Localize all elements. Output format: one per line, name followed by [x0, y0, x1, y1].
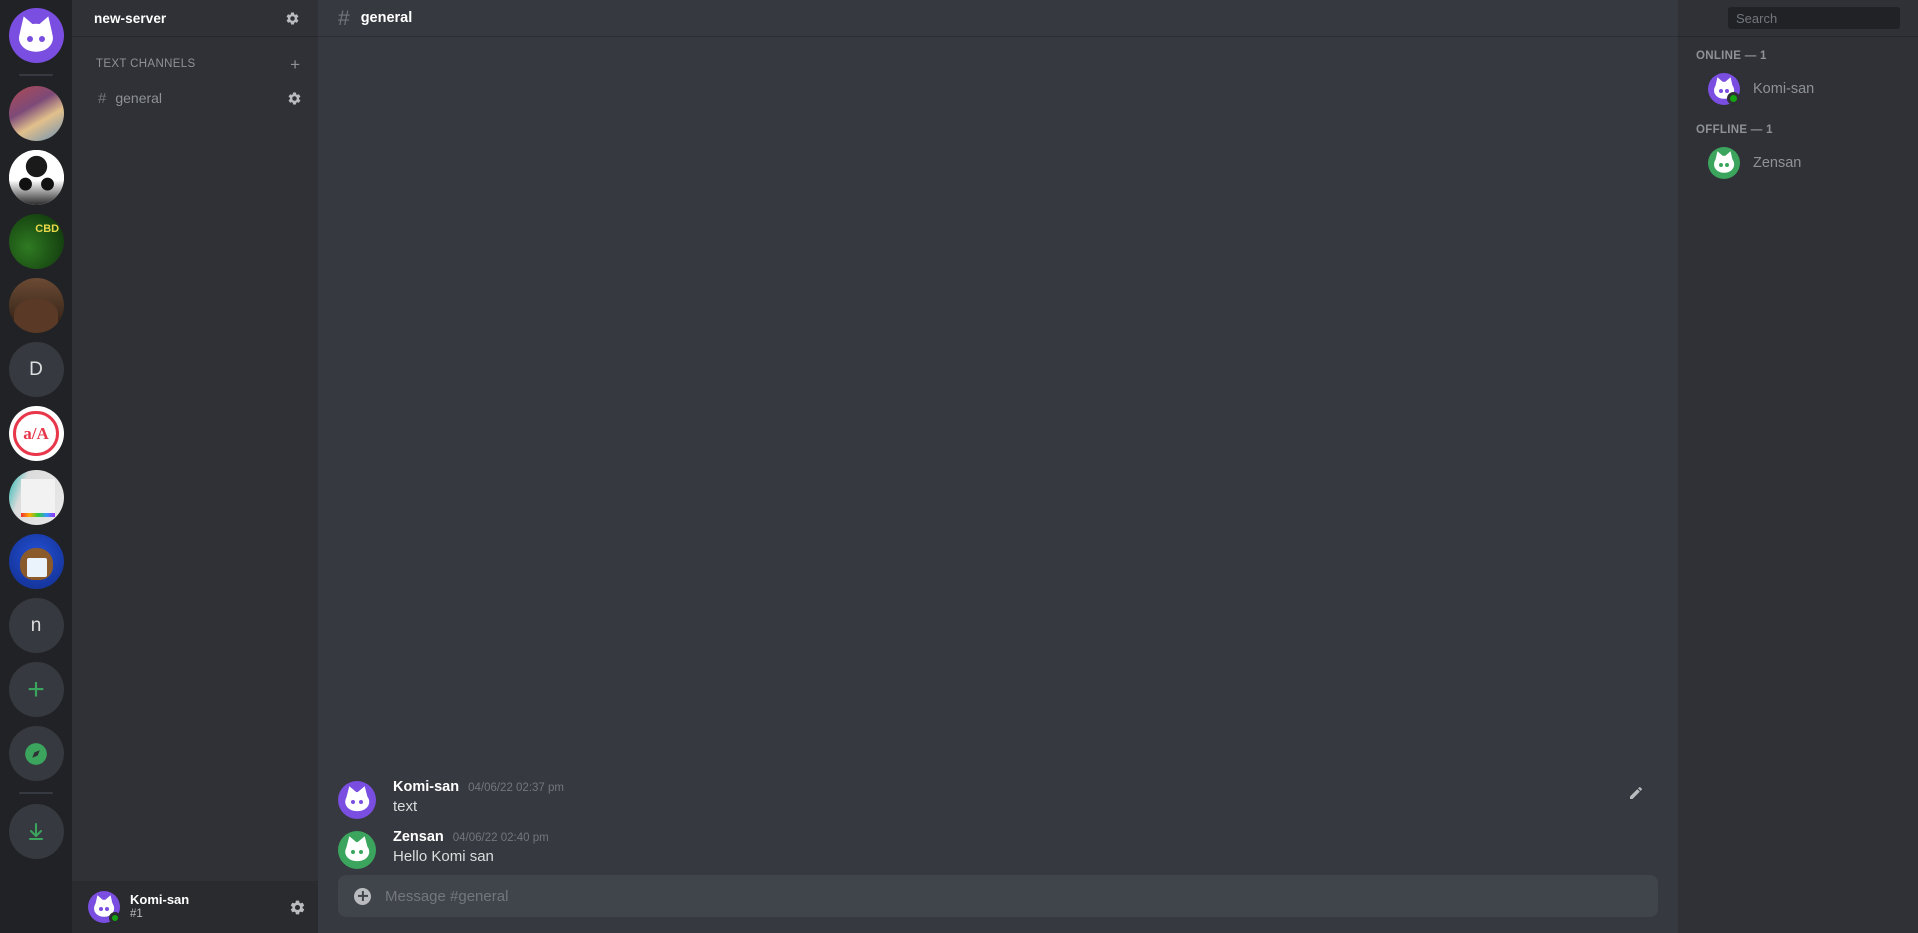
edit-message-pencil-icon[interactable] [1628, 785, 1644, 801]
member-list: ONLINE — 1 Komi-san OFFLINE — 1 Zensan [1678, 36, 1918, 184]
server-label-aa: a/A [23, 423, 49, 443]
category-label: TEXT CHANNELS [96, 58, 196, 70]
channel-settings-gear-icon[interactable] [287, 91, 302, 106]
add-server-button[interactable]: + [8, 662, 64, 717]
rail-divider-bottom [19, 792, 53, 794]
member-name: Komi-san [1753, 81, 1815, 97]
photo-art-icon [14, 298, 58, 333]
plus-icon: + [27, 672, 45, 706]
server-label-n: n [30, 614, 42, 636]
server-rail: CBD D a/A n + [0, 0, 72, 933]
server-label-d: D [29, 358, 43, 380]
cat-avatar-icon [338, 831, 376, 869]
member-panel-header [1678, 0, 1918, 36]
explore-servers-button[interactable] [8, 726, 64, 781]
server-icon-server-d[interactable]: D [8, 342, 64, 397]
server-icon-server-art-1[interactable] [8, 86, 64, 141]
document-art-icon [20, 478, 55, 513]
server-label-cbd: CBD [35, 222, 60, 235]
current-user-name: Komi-san [130, 891, 190, 907]
search-input[interactable] [1736, 10, 1892, 26]
server-header[interactable]: new-server [72, 0, 318, 36]
notepad-art-icon [27, 558, 47, 577]
composer-wrapper [318, 875, 1678, 933]
manga-art-icon [8, 150, 64, 205]
download-icon [29, 822, 43, 840]
message-list: Komi-san 04/06/22 02:37 pm text Zensan 0… [318, 36, 1678, 875]
server-icon-server-aa[interactable]: a/A [8, 406, 64, 461]
message-timestamp: 04/06/22 02:37 pm [468, 782, 564, 794]
current-user-panel[interactable]: Komi-san #1 [72, 881, 318, 933]
user-settings-gear-icon[interactable] [289, 899, 306, 916]
message-body: Komi-san 04/06/22 02:37 pm text [393, 779, 1658, 819]
message-item: Zensan 04/06/22 02:40 pm Hello Komi san [318, 821, 1678, 871]
server-icon-server-n[interactable]: n [8, 598, 64, 653]
current-user-tag: #1 [130, 907, 143, 920]
channel-list: TEXT CHANNELS + # general [72, 36, 318, 881]
message-body: Zensan 04/06/22 02:40 pm Hello Komi san [393, 829, 1658, 869]
member-row-zensan[interactable]: Zensan [1678, 142, 1918, 184]
message-timestamp: 04/06/22 02:40 pm [452, 832, 549, 844]
color-strip-decoration [20, 513, 55, 518]
server-icon-komi-server[interactable] [8, 8, 64, 63]
channel-name: general [115, 90, 163, 106]
message-text: Hello Komi san [393, 848, 494, 865]
compass-icon [25, 742, 47, 765]
message-input[interactable] [385, 887, 1642, 905]
hash-icon: # [338, 6, 350, 30]
server-settings-gear-icon[interactable] [285, 11, 300, 26]
current-user-meta: Komi-san #1 [130, 891, 279, 921]
member-group-title-offline: OFFLINE — 1 [1696, 124, 1773, 136]
member-avatar [1708, 147, 1740, 179]
hash-icon: # [98, 89, 107, 107]
server-icon-server-art-4[interactable] [8, 278, 64, 333]
server-icon-server-art-6[interactable] [8, 470, 64, 525]
member-list-panel: ONLINE — 1 Komi-san [1678, 0, 1918, 933]
rail-divider-top [19, 74, 53, 76]
server-icon-server-art-3[interactable]: CBD [8, 214, 64, 269]
message-author[interactable]: Komi-san [393, 779, 459, 795]
cat-avatar-icon [1708, 147, 1740, 179]
add-attachment-plus-circle-icon[interactable] [354, 887, 371, 905]
member-row-komi-san[interactable]: Komi-san [1678, 68, 1918, 110]
server-icon-server-art-2[interactable] [8, 150, 64, 205]
message-avatar[interactable] [338, 781, 376, 819]
search-box[interactable] [1728, 7, 1900, 29]
message-avatar[interactable] [338, 831, 376, 869]
download-apps-button[interactable] [8, 804, 64, 859]
discord-app-window: CBD D a/A n + new-server TEXT CHANNELS +… [0, 0, 1918, 933]
channel-item-general[interactable]: # general [80, 84, 310, 112]
server-name: new-server [94, 10, 167, 26]
member-name: Zensan [1753, 155, 1802, 171]
member-avatar [1708, 73, 1740, 105]
message-composer [338, 875, 1658, 917]
add-channel-plus-icon[interactable]: + [290, 56, 300, 73]
message-author[interactable]: Zensan [393, 829, 444, 845]
message-item: Komi-san 04/06/22 02:37 pm text [318, 771, 1678, 821]
chat-area: # general Komi-san 04/06/22 02:37 pm tex… [318, 0, 1678, 933]
cat-avatar-icon [338, 781, 376, 819]
channel-header: # general [318, 0, 1678, 36]
cat-avatar-icon [9, 8, 64, 63]
member-group-spacer [1678, 110, 1918, 124]
status-badge-online [1727, 92, 1740, 105]
channel-category-text-channels[interactable]: TEXT CHANNELS + [72, 52, 318, 76]
channel-sidebar: new-server TEXT CHANNELS + # general Kom… [72, 0, 318, 933]
channel-title: general [360, 10, 413, 26]
current-user-avatar[interactable] [88, 891, 121, 924]
member-group-title-online: ONLINE — 1 [1696, 50, 1767, 62]
message-text: text [393, 798, 418, 815]
server-icon-server-art-7[interactable] [8, 534, 64, 589]
status-badge-online [109, 912, 121, 924]
